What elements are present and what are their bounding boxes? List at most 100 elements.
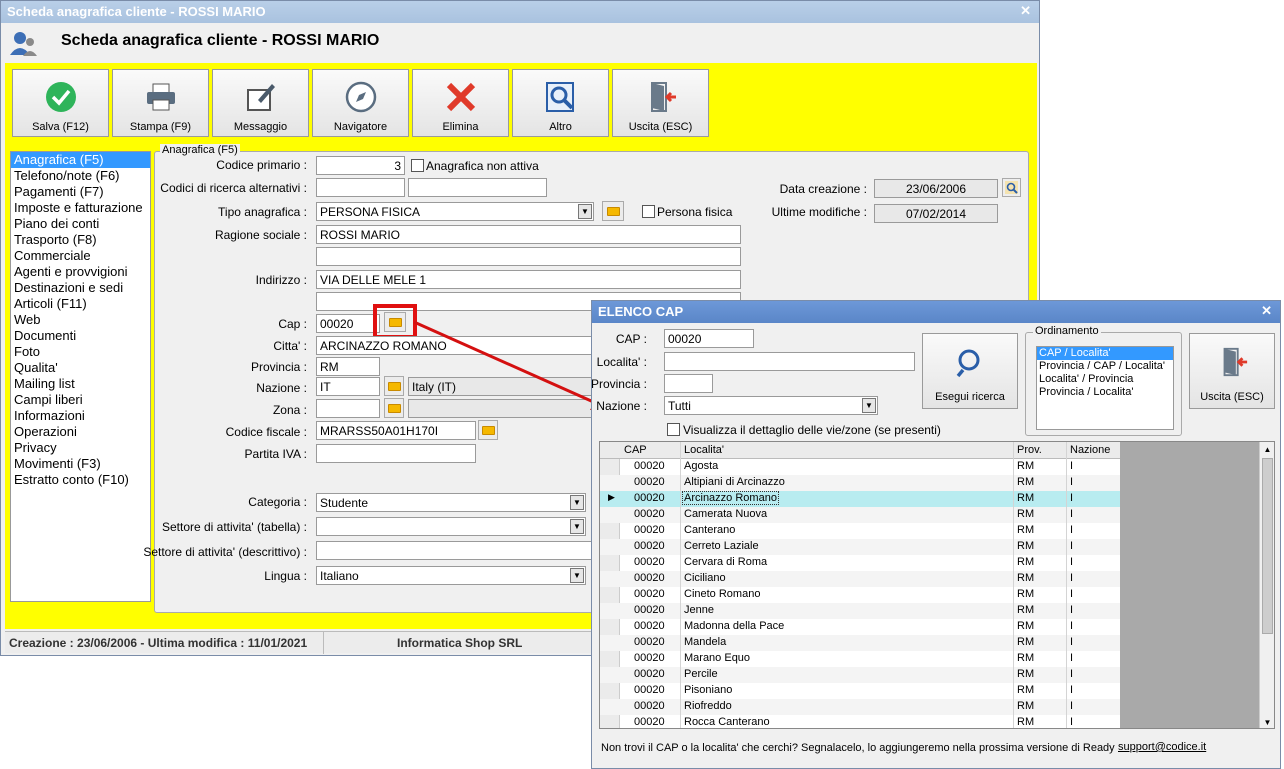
close-icon[interactable]: ✕ [1261, 303, 1272, 319]
table-row-selected[interactable]: ▶ 00020 Arcinazzo Romano RM I [600, 491, 1120, 507]
popup-provincia-field[interactable] [664, 374, 713, 393]
table-row[interactable]: 00020 Cineto Romano RM I [600, 587, 1120, 603]
column-header-prov[interactable]: Prov. [1017, 444, 1042, 456]
codice-primario-field[interactable]: 3 [316, 156, 405, 175]
cap-field[interactable]: 00020 [316, 314, 380, 333]
ordinamento-option[interactable]: Provincia / CAP / Localita' [1037, 360, 1173, 373]
zona-folder-icon[interactable] [384, 398, 404, 418]
zona-field[interactable] [316, 399, 380, 418]
table-row[interactable]: 00020 Altipiani di Arcinazzo RM I [600, 475, 1120, 491]
partita-iva-field[interactable] [316, 444, 476, 463]
codice-fiscale-folder-icon[interactable] [478, 420, 498, 440]
chevron-down-icon[interactable]: ▼ [570, 568, 584, 583]
table-row[interactable]: 00020 Ciciliano RM I [600, 571, 1120, 587]
table-row[interactable]: 00020 Canterano RM I [600, 523, 1120, 539]
date-search-icon[interactable] [1002, 178, 1021, 197]
search-button[interactable]: Esegui ricerca [922, 333, 1018, 409]
table-row[interactable]: 00020 Agosta RM I [600, 459, 1120, 475]
table-row[interactable]: 00020 Percile RM I [600, 667, 1120, 683]
ragione-sociale-field-2[interactable] [316, 247, 741, 266]
ordinamento-list[interactable]: CAP / Localita' Provincia / CAP / Locali… [1036, 346, 1174, 430]
codice-ricerca-field-2[interactable] [408, 178, 547, 197]
navigator-button[interactable]: Navigatore [312, 69, 409, 137]
delete-button[interactable]: Elimina [412, 69, 509, 137]
dettaglio-checkbox[interactable] [667, 423, 680, 436]
tipo-folder-icon[interactable] [602, 201, 624, 221]
support-email-link[interactable]: support@codice.it [1118, 741, 1206, 753]
nav-item-operazioni[interactable]: Operazioni [11, 424, 150, 440]
nav-item-qualita[interactable]: Qualita' [11, 360, 150, 376]
cap-results-grid[interactable]: CAP Localita' Prov. Nazione 00020 Agosta R… [599, 441, 1275, 729]
indirizzo-field[interactable]: VIA DELLE MELE 1 [316, 270, 741, 289]
print-button[interactable]: Stampa (F9) [112, 69, 209, 137]
popup-cap-field[interactable]: 00020 [664, 329, 754, 348]
persona-fisica-checkbox[interactable] [642, 205, 655, 218]
exit-button[interactable]: Uscita (ESC) [612, 69, 709, 137]
codice-ricerca-field-1[interactable] [316, 178, 405, 197]
column-header-localita[interactable]: Localita' [684, 444, 724, 456]
chevron-down-icon[interactable]: ▼ [570, 519, 584, 534]
other-button[interactable]: Altro [512, 69, 609, 137]
nav-item-telefono[interactable]: Telefono/note (F6) [11, 168, 150, 184]
provincia-field[interactable]: RM [316, 357, 380, 376]
non-attiva-checkbox[interactable] [411, 159, 424, 172]
chevron-down-icon[interactable]: ▼ [862, 398, 876, 413]
ordinamento-option[interactable]: CAP / Localita' [1037, 347, 1173, 360]
table-row[interactable]: 00020 Madonna della Pace RM I [600, 619, 1120, 635]
nav-item-commerciale[interactable]: Commerciale [11, 248, 150, 264]
popup-nazione-select[interactable]: Tutti ▼ [664, 396, 878, 415]
table-row[interactable]: 00020 Rocca Canterano RM I [600, 715, 1120, 728]
nav-item-movimenti[interactable]: Movimenti (F3) [11, 456, 150, 472]
table-row[interactable]: 00020 Jenne RM I [600, 603, 1120, 619]
nav-item-anagrafica[interactable]: Anagrafica (F5) [11, 152, 150, 168]
nav-item-documenti[interactable]: Documenti [11, 328, 150, 344]
nav-item-trasporto[interactable]: Trasporto (F8) [11, 232, 150, 248]
nav-item-privacy[interactable]: Privacy [11, 440, 150, 456]
table-row[interactable]: 00020 Cervara di Roma RM I [600, 555, 1120, 571]
nazione-folder-icon[interactable] [384, 376, 404, 396]
nav-item-destinazioni[interactable]: Destinazioni e sedi [11, 280, 150, 296]
ordinamento-option[interactable]: Localita' / Provincia [1037, 373, 1173, 386]
nav-item-estratto-conto[interactable]: Estratto conto (F10) [11, 472, 150, 488]
scroll-up-icon[interactable]: ▲ [1260, 442, 1274, 457]
nav-item-imposte[interactable]: Imposte e fatturazione [11, 200, 150, 216]
ragione-sociale-field[interactable]: ROSSI MARIO [316, 225, 741, 244]
table-row[interactable]: 00020 Pisoniano RM I [600, 683, 1120, 699]
nav-item-mailing[interactable]: Mailing list [11, 376, 150, 392]
table-row[interactable]: 00020 Mandela RM I [600, 635, 1120, 651]
nav-item-foto[interactable]: Foto [11, 344, 150, 360]
column-header-cap[interactable]: CAP [624, 444, 647, 456]
scroll-down-icon[interactable]: ▼ [1260, 715, 1274, 728]
tipo-select[interactable]: PERSONA FISICA ▼ [316, 202, 594, 221]
table-row[interactable]: 00020 Camerata Nuova RM I [600, 507, 1120, 523]
popup-localita-field[interactable] [664, 352, 915, 371]
column-header-nazione[interactable]: Nazione [1070, 444, 1110, 456]
nav-item-articoli[interactable]: Articoli (F11) [11, 296, 150, 312]
cap-folder-icon[interactable] [384, 312, 406, 332]
message-button[interactable]: Messaggio [212, 69, 309, 137]
settore-descrittivo-field[interactable] [316, 541, 594, 560]
nav-item-web[interactable]: Web [11, 312, 150, 328]
table-row[interactable]: 00020 Riofreddo RM I [600, 699, 1120, 715]
chevron-down-icon[interactable]: ▼ [570, 495, 584, 510]
save-button[interactable]: Salva (F12) [12, 69, 109, 137]
section-nav-list[interactable]: Anagrafica (F5) Telefono/note (F6) Pagam… [10, 151, 151, 602]
nav-item-informazioni[interactable]: Informazioni [11, 408, 150, 424]
ordinamento-option[interactable]: Provincia / Localita' [1037, 386, 1173, 399]
settore-tabella-select[interactable]: ▼ [316, 517, 586, 536]
scroll-thumb[interactable] [1262, 458, 1273, 634]
nav-item-piano-conti[interactable]: Piano dei conti [11, 216, 150, 232]
nav-item-agenti[interactable]: Agenti e provvigioni [11, 264, 150, 280]
categoria-select[interactable]: Studente ▼ [316, 493, 586, 512]
table-row[interactable]: 00020 Cerreto Laziale RM I [600, 539, 1120, 555]
grid-scrollbar[interactable]: ▲ ▼ [1259, 442, 1274, 728]
popup-exit-button[interactable]: Uscita (ESC) [1189, 333, 1275, 409]
nav-item-campi-liberi[interactable]: Campi liberi [11, 392, 150, 408]
nazione-field[interactable]: IT [316, 377, 380, 396]
nav-item-pagamenti[interactable]: Pagamenti (F7) [11, 184, 150, 200]
table-row[interactable]: 00020 Marano Equo RM I [600, 651, 1120, 667]
close-icon[interactable]: ✕ [1020, 3, 1031, 19]
codice-fiscale-field[interactable]: MRARSS50A01H170I [316, 421, 476, 440]
lingua-select[interactable]: Italiano ▼ [316, 566, 586, 585]
chevron-down-icon[interactable]: ▼ [578, 204, 592, 219]
